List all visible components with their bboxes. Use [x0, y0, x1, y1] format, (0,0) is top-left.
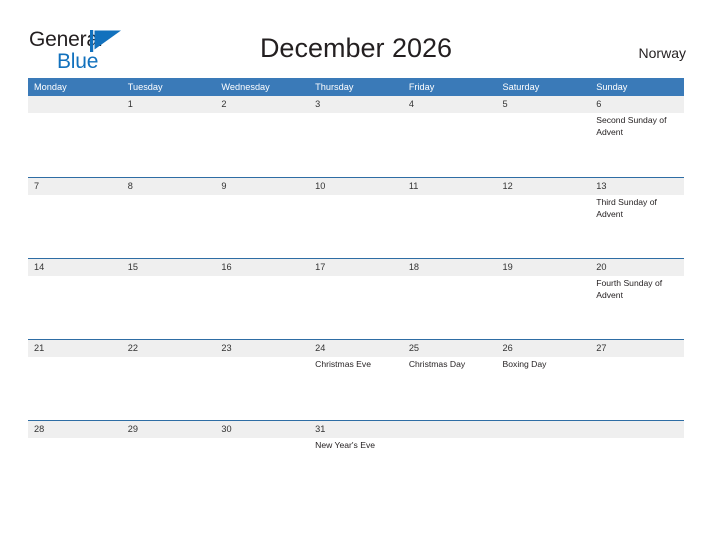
day-cell-1[interactable]: 1: [122, 96, 216, 177]
day-number: 29: [127, 424, 138, 434]
event-label: Christmas Day: [408, 359, 466, 369]
day-cell-13[interactable]: 13 Third Sunday of Advent: [590, 178, 684, 258]
day-cell-7[interactable]: 7: [28, 178, 122, 258]
event-label: Second Sunday of Advent: [596, 115, 667, 137]
day-cell-21[interactable]: 21: [28, 340, 122, 420]
day-number: 28: [34, 424, 45, 434]
weekday-header-friday: Friday: [408, 82, 435, 92]
day-cell-5[interactable]: 5: [497, 96, 591, 177]
day-cell-31[interactable]: 31 New Year's Eve: [309, 421, 403, 501]
day-number: 20: [596, 262, 607, 272]
day-cell-empty: [403, 421, 497, 501]
day-cell-4[interactable]: 4: [403, 96, 497, 177]
day-cell-22[interactable]: 22: [122, 340, 216, 420]
day-number: 25: [408, 343, 420, 353]
day-cell-26[interactable]: 26 Boxing Day: [497, 340, 591, 420]
day-number: 8: [127, 181, 133, 191]
day-number: 1: [127, 99, 133, 109]
day-number: 13: [596, 181, 607, 191]
day-events: Fourth Sunday of Advent: [596, 276, 679, 301]
event-label: New Year's Eve: [315, 440, 376, 450]
day-cell-29[interactable]: 29: [122, 421, 216, 501]
day-number: 22: [127, 343, 138, 353]
calendar-weeks: 1 2 3 4 5 6 Second Sunday of Advent 7 8 9 10 11 12 13…: [28, 96, 684, 501]
day-cell-3[interactable]: 3: [309, 96, 403, 177]
calendar-week-row: 21 22 23 24 Christmas Eve 25 Christmas Day 26 Bo…: [28, 339, 684, 420]
calendar-week-row: 7 8 9 10 11 12 13 Third Sunday of Advent: [28, 177, 684, 258]
event-label: Fourth Sunday of Advent: [596, 278, 663, 300]
day-cell-30[interactable]: 30: [215, 421, 309, 501]
day-number: 31: [315, 424, 326, 434]
calendar-page: General Blue December 2026 Norway Monday…: [0, 0, 712, 550]
calendar-week-row: 28 29 30 31 New Year's Eve: [28, 420, 684, 501]
day-number: 30: [221, 424, 232, 434]
day-number: 2: [221, 99, 227, 109]
day-number: 7: [34, 181, 40, 191]
calendar-week-row: 14 15 16 17 18 19 20 Fourth Sunday of Advent: [28, 258, 684, 339]
day-number: 17: [315, 262, 326, 272]
day-cell-15[interactable]: 15: [122, 259, 216, 339]
day-number: 11: [408, 181, 419, 191]
day-cell-8[interactable]: 8: [122, 178, 216, 258]
day-events: Third Sunday of Advent: [596, 195, 679, 220]
day-number: 12: [502, 181, 513, 191]
day-cell-6[interactable]: 6 Second Sunday of Advent: [590, 96, 684, 177]
day-events: Second Sunday of Advent: [596, 113, 679, 138]
day-number: 26: [502, 343, 513, 353]
weekday-header-tuesday: Tuesday: [127, 82, 163, 92]
day-number: 5: [502, 99, 508, 109]
day-cell-20[interactable]: 20 Fourth Sunday of Advent: [590, 259, 684, 339]
day-cell-14[interactable]: 14: [28, 259, 122, 339]
weekday-header-thursday: Thursday: [315, 82, 354, 92]
day-cell-12[interactable]: 12: [497, 178, 591, 258]
day-cell-11[interactable]: 11: [403, 178, 497, 258]
day-cell-empty: [28, 96, 122, 177]
event-label: Third Sunday of Advent: [596, 197, 657, 219]
day-cell-9[interactable]: 9: [215, 178, 309, 258]
page-title: December 2026: [259, 33, 453, 63]
day-cell-empty: [590, 421, 684, 501]
day-number: 27: [596, 343, 607, 353]
page-header: General Blue December 2026 Norway: [0, 0, 712, 78]
day-number: 9: [221, 181, 227, 191]
day-events: Boxing Day: [503, 357, 586, 371]
day-cell-18[interactable]: 18: [403, 259, 497, 339]
day-number: 19: [502, 262, 513, 272]
day-cell-empty: [497, 421, 591, 501]
day-number: 4: [408, 99, 414, 109]
day-cell-16[interactable]: 16: [215, 259, 309, 339]
day-events: New Year's Eve: [315, 438, 398, 452]
day-number: 6: [596, 99, 602, 109]
day-cell-10[interactable]: 10: [309, 178, 403, 258]
event-label: Christmas Eve: [315, 359, 371, 369]
weekday-header-saturday: Saturday: [502, 82, 540, 92]
event-label: Boxing Day: [502, 359, 547, 369]
day-cell-24[interactable]: 24 Christmas Eve: [309, 340, 403, 420]
calendar-week-row: 1 2 3 4 5 6 Second Sunday of Advent: [28, 96, 684, 177]
day-cell-19[interactable]: 19: [497, 259, 591, 339]
day-cell-17[interactable]: 17: [309, 259, 403, 339]
day-number: 23: [221, 343, 232, 353]
day-cell-27[interactable]: 27: [590, 340, 684, 420]
day-number: 16: [221, 262, 232, 272]
country-label: Norway: [638, 45, 686, 61]
day-number: 10: [315, 181, 326, 191]
day-number: 15: [127, 262, 138, 272]
weekday-header-wednesday: Wednesday: [221, 82, 270, 92]
day-cell-28[interactable]: 28: [28, 421, 122, 501]
calendar-grid: Monday Tuesday Wednesday Thursday Friday Satu…: [28, 78, 684, 501]
day-events: Christmas Day: [409, 357, 492, 371]
day-number: 18: [408, 262, 420, 272]
weekday-header-sunday: Sunday: [596, 82, 628, 92]
day-events: Christmas Eve: [315, 357, 398, 371]
weekday-header-row: Monday Tuesday Wednesday Thursday Friday Satu…: [28, 78, 684, 96]
day-number: 14: [34, 262, 45, 272]
day-number: 24: [315, 343, 326, 353]
day-cell-2[interactable]: 2: [215, 96, 309, 177]
day-number: 3: [315, 99, 321, 109]
day-cell-25[interactable]: 25 Christmas Day: [403, 340, 497, 420]
weekday-header-monday: Monday: [34, 82, 67, 92]
day-number: 21: [34, 343, 45, 353]
day-cell-23[interactable]: 23: [215, 340, 309, 420]
